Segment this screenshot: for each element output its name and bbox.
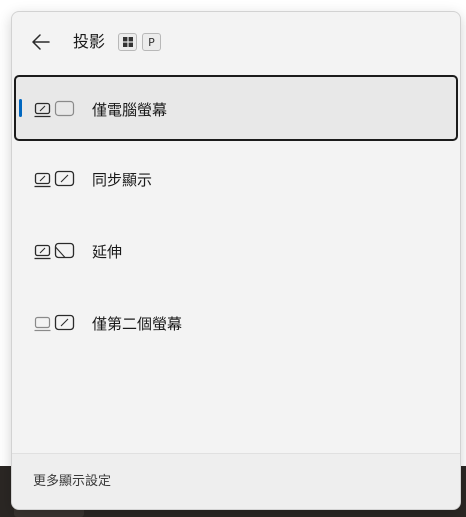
windows-logo-icon [122,37,133,47]
flyout-header: 投影 P [12,12,460,72]
pc-screen-only-icon [34,100,75,118]
option-label: 延伸 [92,243,123,261]
option-second-screen-only[interactable]: 僅第二個螢幕 [14,291,458,357]
option-label: 僅第二個螢幕 [92,315,183,333]
project-flyout: 投影 P 僅電腦螢幕 同步顯示 延伸 僅第二個螢幕 更多顯示設定 [11,11,461,510]
back-arrow-icon [32,34,50,50]
back-button[interactable] [26,27,56,57]
option-label: 同步顯示 [92,171,153,189]
more-display-settings-link[interactable]: 更多顯示設定 [33,473,111,491]
p-key-badge: P [142,33,161,51]
flyout-footer: 更多顯示設定 [12,453,460,509]
option-extend[interactable]: 延伸 [14,219,458,285]
extend-icon [34,242,75,260]
option-pc-screen-only[interactable]: 僅電腦螢幕 [14,75,458,141]
second-screen-only-icon [34,314,75,332]
selection-indicator [19,99,22,117]
option-label: 僅電腦螢幕 [92,101,168,119]
page-title: 投影 [73,32,106,51]
option-duplicate[interactable]: 同步顯示 [14,147,458,213]
duplicate-icon [34,170,75,188]
windows-key-badge [118,33,137,51]
